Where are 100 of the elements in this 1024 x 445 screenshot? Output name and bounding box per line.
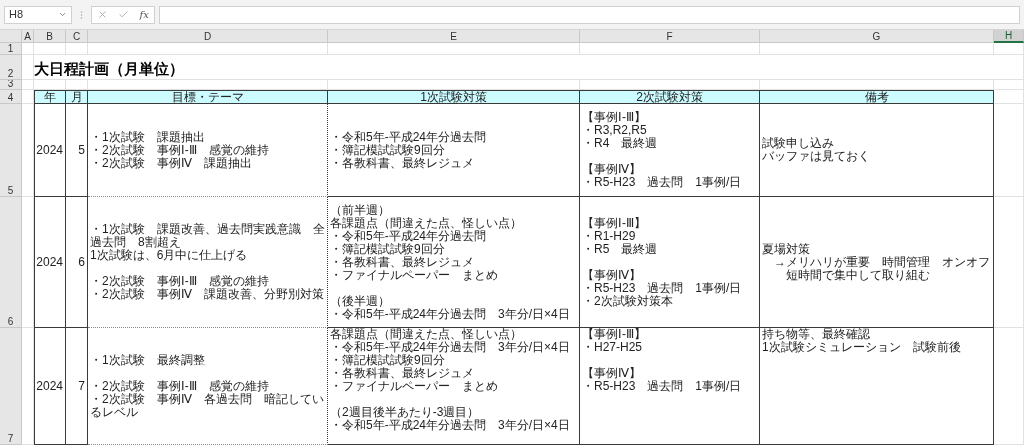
empty-cell[interactable] bbox=[34, 43, 66, 55]
formula-field[interactable] bbox=[159, 5, 1020, 24]
row-number[interactable]: 7 bbox=[0, 328, 22, 445]
cell-text: ・R3,R2,R5 bbox=[582, 124, 648, 137]
column-heading[interactable]: A bbox=[22, 30, 34, 43]
cell-text: 各課題点（間違えた点、怪しい点） bbox=[330, 216, 523, 230]
cell-text: 【事例Ⅰ-Ⅲ】 bbox=[582, 216, 647, 230]
table-cell[interactable]: ・1次試験 課題抽出 ・2次試験 事例Ⅰ-Ⅲ 感覚の維持 ・2次試験 事例Ⅳ 課題抽出 bbox=[88, 104, 328, 197]
column-heading[interactable]: H bbox=[994, 30, 1024, 43]
column-heading[interactable]: B bbox=[34, 30, 66, 43]
table-cell[interactable]: 各課題点（間違えた点、怪しい点） ・令和5年-平成24年分過去問 3年分/日×4日 ・簿記模試試験9回分 ・各教科書、最終レジュメ ・ファイナルペーパー まとめ （2週目後半あたり-3週目） ・令和5年-平成24年分過去問 3年分/日×4日 bbox=[328, 328, 580, 445]
cell-text: 2024 bbox=[36, 255, 63, 269]
cell-text: ・各教科書、最終レジュメ bbox=[330, 367, 475, 380]
table-cell[interactable]: 【事例Ⅰ-Ⅲ】 ・H27-H25 【事例Ⅳ】 ・R5-H23 過去問 1事例/日 bbox=[580, 328, 760, 445]
cell-reference: H8 bbox=[9, 7, 24, 23]
empty-cell[interactable] bbox=[760, 43, 994, 55]
cell-text: ・2次試験 事例Ⅰ-Ⅲ 感覚の維持 bbox=[90, 143, 269, 157]
name-box[interactable]: H8 bbox=[4, 5, 72, 24]
cell-text: ・令和5年-平成24年分過去問 3年分/日×4日 bbox=[330, 307, 570, 321]
cell-text: ・簿記模試試験9回分 bbox=[330, 143, 446, 157]
cell-text: ・2次試験 事例Ⅰ-Ⅲ 感覚の維持 bbox=[90, 379, 269, 393]
cell-text: ・2次試験 事例Ⅰ-Ⅲ 感覚の維持 bbox=[90, 275, 270, 288]
cell-text: ・各教科書、最終レジュメ bbox=[330, 255, 475, 269]
column-header: 目標・テーマ bbox=[88, 90, 328, 104]
column-header: 月 bbox=[66, 90, 88, 104]
cell-text: ・2次試験 事例Ⅳ 各過去問 暗記しているレベル bbox=[90, 392, 325, 419]
cell-text: 【事例Ⅳ】 bbox=[582, 163, 642, 176]
table-cell[interactable]: ・1次試験 最終調整 ・2次試験 事例Ⅰ-Ⅲ 感覚の維持 ・2次試験 事例Ⅳ 各過去問 暗記しているレベル bbox=[88, 328, 328, 445]
table-cell[interactable]: 2024 bbox=[34, 328, 66, 445]
cell-text: ・令和5年-平成24年分過去問 bbox=[330, 130, 487, 144]
column-heading[interactable]: C bbox=[66, 30, 88, 43]
column-header: 1次試験対策 bbox=[328, 90, 580, 104]
row-number[interactable]: 4 bbox=[0, 90, 22, 104]
table-cell[interactable]: 2024 bbox=[34, 197, 66, 328]
empty-cell[interactable] bbox=[994, 43, 1024, 55]
function-button[interactable]: fx bbox=[139, 7, 149, 22]
table-cell[interactable]: 【事例Ⅰ-Ⅲ】 ・R1-H29 ・R5 最終週 【事例Ⅳ】 ・R5-H23 過去問 1事例/日 ・2次試験対策本 bbox=[580, 197, 760, 328]
table-cell[interactable]: 5 bbox=[66, 104, 88, 197]
empty-cell[interactable] bbox=[22, 328, 34, 445]
cell-text: ・令和5年-平成24年分過去問 3年分/日×4日 bbox=[330, 419, 570, 432]
row-number[interactable]: 2 bbox=[0, 55, 22, 80]
table-cell[interactable]: ・1次試験 課題改善、過去問実践意識 全過去問 8割超え 1次試験は、6月中に仕上げる ・2次試験 事例Ⅰ-Ⅲ 感覚の維持 ・2次試験 事例Ⅳ 課題改善、分野別対策 bbox=[88, 197, 328, 328]
cell-text: ・令和5年-平成24年分過去問 3年分/日×4日 bbox=[330, 341, 570, 354]
empty-cell[interactable] bbox=[994, 80, 1024, 90]
table-cell[interactable]: 【事例Ⅰ-Ⅲ】 ・R3,R2,R5 ・R4 最終週 【事例Ⅳ】 ・R5-H23 過去問 1事例/日 bbox=[580, 104, 760, 197]
cell-text: 7 bbox=[78, 379, 85, 393]
empty-cell[interactable] bbox=[994, 55, 1024, 80]
cell-text: ・ファイナルペーパー まとめ bbox=[330, 380, 499, 393]
caret-icon[interactable] bbox=[58, 10, 67, 19]
empty-cell[interactable] bbox=[22, 55, 34, 80]
table-cell[interactable]: 持ち物等、最終確認 1次試験シミュレーション 試験前後 bbox=[760, 328, 994, 445]
empty-cell[interactable] bbox=[994, 197, 1024, 328]
column-header: 2次試験対策 bbox=[580, 90, 760, 104]
column-header: 年 bbox=[34, 90, 66, 104]
table-cell[interactable]: 試験申し込み バッファは見ておく bbox=[760, 104, 994, 197]
table-cell[interactable]: 2024 bbox=[34, 104, 66, 197]
cell-text: 【事例Ⅰ-Ⅲ】 bbox=[582, 328, 647, 341]
table-cell[interactable]: ・令和5年-平成24年分過去問 ・簿記模試試験9回分 ・各教科書、最終レジュメ bbox=[328, 104, 580, 197]
sheet-title: 大日程計画（月単位） bbox=[34, 59, 184, 79]
table-cell[interactable]: 夏場対策 →メリハリが重要 時間管理 オンオフ 短時間で集中して取り組む bbox=[760, 197, 994, 328]
cell-text: ・簿記模試試験9回分 bbox=[330, 242, 446, 256]
drag-handle-icon[interactable] bbox=[80, 9, 83, 20]
cell-text: ・1次試験 最終調整 bbox=[90, 353, 206, 367]
cell-text: ・各教科書、最終レジュメ bbox=[330, 156, 475, 170]
cell-text: 試験申し込み bbox=[762, 137, 835, 150]
empty-cell[interactable] bbox=[994, 328, 1024, 445]
row-number[interactable]: 3 bbox=[0, 80, 22, 90]
cell-text: 2024 bbox=[36, 143, 63, 157]
empty-cell[interactable] bbox=[328, 43, 580, 55]
cell-text: バッファは見ておく bbox=[762, 150, 870, 163]
empty-cell[interactable] bbox=[22, 104, 34, 197]
empty-cell[interactable] bbox=[66, 43, 88, 55]
row-number[interactable]: 1 bbox=[0, 43, 22, 55]
table-cell[interactable]: （前半週） 各課題点（間違えた点、怪しい点） ・令和5年-平成24年分過去問 ・簿記模試試験9回分 ・各教科書、最終レジュメ ・ファイナルペーパー まとめ （後半週） ・令和5年-平成24年分過去問 3年分/日×4日 bbox=[328, 197, 580, 328]
row-number[interactable]: 5 bbox=[0, 104, 22, 197]
empty-cell[interactable] bbox=[580, 43, 760, 55]
cell-text: （2週目後半あたり-3週目） bbox=[330, 406, 480, 419]
cell-text: ・R5-H23 過去問 1事例/日 bbox=[582, 281, 742, 295]
cell-text: ・1次試験 課題抽出 bbox=[90, 130, 206, 144]
column-header: 備考 bbox=[760, 90, 994, 104]
column-heading[interactable]: G bbox=[760, 30, 994, 43]
empty-cell[interactable] bbox=[994, 104, 1024, 197]
table-cell[interactable]: 7 bbox=[66, 328, 88, 445]
cell-text: 1次試験シミュレーション 試験前後 bbox=[762, 341, 961, 354]
cell-text: ・2次試験対策本 bbox=[582, 294, 673, 308]
cell-text: ・R1-H29 bbox=[582, 229, 636, 243]
cell-text: ・R5-H23 過去問 1事例/日 bbox=[582, 176, 742, 189]
cell-text: ・2次試験 事例Ⅳ 課題改善、分野別対策 bbox=[90, 288, 325, 301]
column-heading[interactable]: D bbox=[88, 30, 328, 43]
table-cell[interactable]: 6 bbox=[66, 197, 88, 328]
row-number[interactable]: 6 bbox=[0, 197, 22, 328]
cell-text: ・R5-H23 過去問 1事例/日 bbox=[582, 380, 742, 393]
cell-text: ・令和5年-平成24年分過去問 bbox=[330, 229, 488, 243]
cell-text: 1次試験は、6月中に仕上げる bbox=[90, 249, 249, 262]
column-heading[interactable]: F bbox=[580, 30, 760, 43]
empty-cell[interactable] bbox=[88, 43, 328, 55]
cancel-icon[interactable] bbox=[97, 9, 109, 20]
column-heading[interactable]: E bbox=[328, 30, 580, 43]
empty-cell[interactable] bbox=[22, 197, 34, 328]
check-icon[interactable] bbox=[118, 9, 130, 20]
